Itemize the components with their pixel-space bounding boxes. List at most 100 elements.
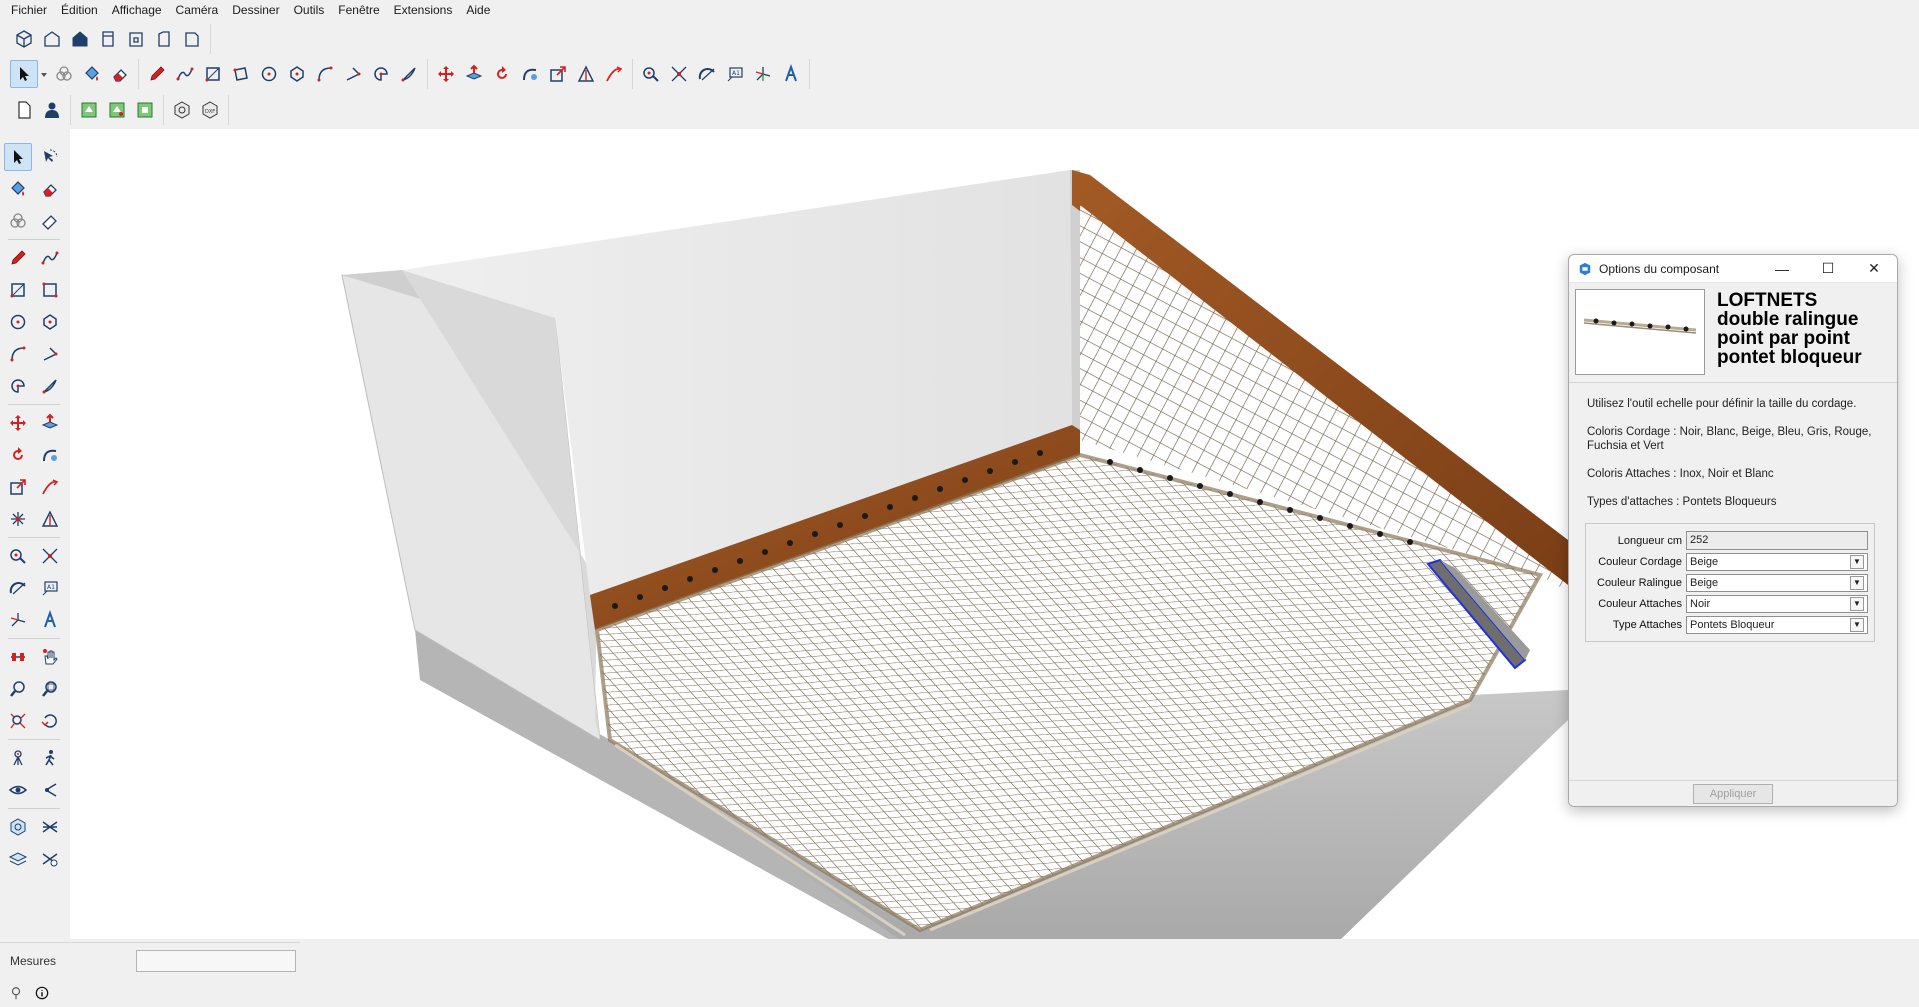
pencil-icon[interactable] (4, 244, 32, 272)
lasso-icon[interactable] (36, 143, 64, 171)
sandbox2-icon[interactable] (36, 813, 64, 841)
polygon-icon[interactable] (36, 308, 64, 336)
previous-view-icon[interactable] (36, 707, 64, 735)
move-icon[interactable] (432, 60, 460, 88)
tape-measure-icon[interactable] (4, 542, 32, 570)
minimize-button[interactable]: — (1759, 255, 1805, 283)
arc2-icon[interactable] (36, 340, 64, 368)
pie-icon[interactable] (367, 60, 395, 88)
look-around2-icon[interactable] (36, 776, 64, 804)
hand-pan-icon[interactable] (36, 643, 64, 671)
follow-me-icon[interactable] (36, 441, 64, 469)
fastener-color-select[interactable]: Noir ▼ (1686, 594, 1868, 613)
sandbox-icon[interactable] (4, 813, 32, 841)
axes-icon[interactable] (4, 606, 32, 634)
top-view-icon[interactable] (38, 25, 66, 53)
menu-extensions[interactable]: Extensions (387, 0, 460, 20)
scale-icon[interactable] (544, 60, 572, 88)
measures-input[interactable] (136, 949, 296, 972)
warehouse2-icon[interactable] (103, 96, 131, 124)
protractor-icon[interactable] (4, 574, 32, 602)
menu-dessiner[interactable]: Dessiner (225, 0, 286, 20)
rectangle-icon[interactable] (199, 60, 227, 88)
rotate-icon[interactable] (488, 60, 516, 88)
position-camera-icon[interactable] (4, 744, 32, 772)
menu-fichier[interactable]: Fichier (4, 0, 54, 20)
layers-icon[interactable] (4, 845, 32, 873)
iso-view-icon[interactable] (10, 25, 38, 53)
front-view-icon[interactable] (66, 25, 94, 53)
select-icon[interactable] (10, 60, 38, 88)
rotate-icon[interactable] (4, 441, 32, 469)
menu-edition[interactable]: Édition (54, 0, 105, 20)
text-label-icon[interactable]: A1 (36, 574, 64, 602)
new-doc-icon[interactable] (10, 96, 38, 124)
follow-me-icon[interactable] (516, 60, 544, 88)
apply-button[interactable]: Appliquer (1693, 783, 1773, 804)
fastener-type-select[interactable]: Pontets Bloqueur ▼ (1686, 615, 1868, 634)
look-around-icon[interactable] (4, 776, 32, 804)
arc-icon[interactable] (4, 340, 32, 368)
left-view-icon[interactable] (150, 25, 178, 53)
circle-icon[interactable] (255, 60, 283, 88)
axes-icon[interactable] (749, 60, 777, 88)
eraser-icon[interactable] (106, 60, 134, 88)
menu-outils[interactable]: Outils (287, 0, 332, 20)
3d-text-icon[interactable] (777, 60, 805, 88)
menu-affichage[interactable]: Affichage (105, 0, 169, 20)
dimension-icon[interactable] (665, 60, 693, 88)
protractor-icon[interactable] (693, 60, 721, 88)
pie-icon[interactable] (4, 372, 32, 400)
rotated-rect-icon[interactable] (227, 60, 255, 88)
zoom-extents-icon[interactable] (4, 707, 32, 735)
location-icon[interactable] (8, 985, 24, 1001)
info-icon[interactable] (34, 985, 50, 1001)
maximize-button[interactable]: ☐ (1805, 255, 1851, 283)
offset-icon[interactable] (36, 505, 64, 533)
freehand-icon[interactable] (36, 244, 64, 272)
zoom-window-icon[interactable] (36, 675, 64, 703)
arc-icon[interactable] (311, 60, 339, 88)
rotated-rect-icon[interactable] (36, 276, 64, 304)
section-plane-icon[interactable] (4, 643, 32, 671)
circle-icon[interactable] (4, 308, 32, 336)
extension-warehouse-icon[interactable] (131, 96, 159, 124)
bottom-view-icon[interactable] (178, 25, 206, 53)
scale-icon[interactable] (4, 473, 32, 501)
freehand-icon[interactable] (171, 60, 199, 88)
menu-camera[interactable]: Caméra (169, 0, 226, 20)
length-input[interactable]: 252 (1686, 531, 1868, 550)
pencil-icon[interactable] (143, 60, 171, 88)
select-dropdown-icon[interactable] (38, 60, 50, 88)
3d-text-icon[interactable] (36, 606, 64, 634)
path-icon[interactable] (600, 60, 628, 88)
offset-icon[interactable] (572, 60, 600, 88)
component-icon[interactable] (50, 60, 78, 88)
rectangle-icon[interactable] (4, 276, 32, 304)
menu-fenetre[interactable]: Fenêtre (331, 0, 386, 20)
paint-bucket-icon[interactable] (78, 60, 106, 88)
warehouse-icon[interactable] (75, 96, 103, 124)
paint-bucket-icon[interactable] (4, 175, 32, 203)
dimension-icon[interactable] (36, 542, 64, 570)
arc3-icon[interactable] (395, 60, 423, 88)
walk-icon[interactable] (36, 744, 64, 772)
explode-icon[interactable] (4, 505, 32, 533)
push-pull-icon[interactable] (36, 409, 64, 437)
path-icon[interactable] (36, 473, 64, 501)
select-icon[interactable] (4, 143, 32, 171)
text-label-icon[interactable]: A1 (721, 60, 749, 88)
zoom-icon[interactable] (4, 675, 32, 703)
push-pull-icon[interactable] (460, 60, 488, 88)
tag-eraser-icon[interactable] (36, 207, 64, 235)
menu-aide[interactable]: Aide (459, 0, 497, 20)
user-icon[interactable] (38, 96, 66, 124)
component-icon[interactable] (4, 207, 32, 235)
eraser-icon[interactable] (36, 175, 64, 203)
edge-rope-color-select[interactable]: Beige ▼ (1686, 573, 1868, 592)
back-view-icon[interactable] (122, 25, 150, 53)
settings-icon[interactable] (36, 845, 64, 873)
arc2-icon[interactable] (339, 60, 367, 88)
move-icon[interactable] (4, 409, 32, 437)
polygon-icon[interactable] (283, 60, 311, 88)
